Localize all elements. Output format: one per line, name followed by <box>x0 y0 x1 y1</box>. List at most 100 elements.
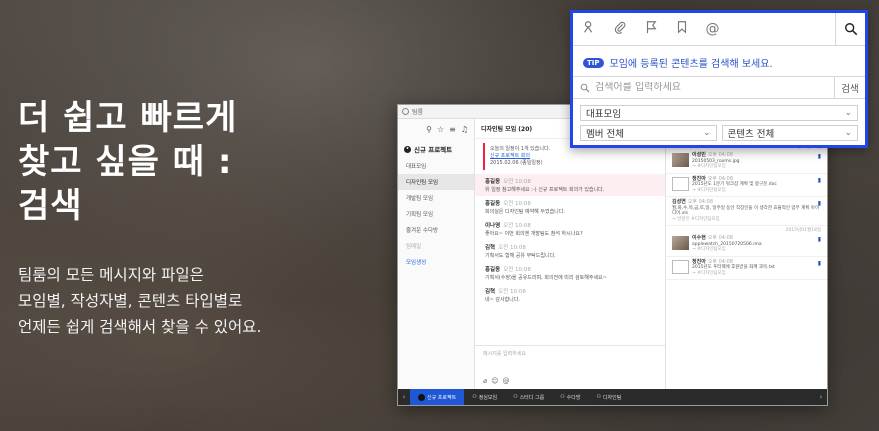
result-item[interactable]: 정진아 오후 04:08 2015년도 푸터팩에 후원받을 화께 과목.txt →… <box>666 257 827 280</box>
bottom-tab-chat[interactable]: ⚇ 수다방 <box>552 389 588 405</box>
message-text: 위 일정 참고해주세요 :-) 신규 프로젝트 회의가 있습니다. <box>485 187 605 193</box>
message-composer[interactable]: 메시지를 입력하세요 ⌀ ☺ @ <box>475 345 665 389</box>
chevron-down-icon: ⌄ <box>844 128 852 138</box>
bottom-tab-study[interactable]: ⚇ 스터디 그룹 <box>505 389 552 405</box>
result-time: 오후 04:08 <box>687 199 714 205</box>
sidebar-item-team-mail[interactable]: 팀메일 <box>398 238 474 254</box>
message-author: 홍길동 <box>485 179 501 185</box>
bookmark-icon[interactable]: ▮ <box>818 177 821 184</box>
bookmark-icon[interactable] <box>666 20 697 38</box>
chat-message: 김혁 오전 10:08 기획서도 함께 공유 부탁드립니다. <box>475 240 665 262</box>
result-author: 정진아 <box>692 258 706 265</box>
image-thumbnail <box>672 153 689 167</box>
message-author: 이나영 <box>485 223 501 229</box>
chevron-down-icon: ⌄ <box>844 108 852 118</box>
at-icon[interactable]: @ <box>503 377 510 385</box>
message-time: 오전 10:08 <box>503 267 531 273</box>
result-filename: 월,화,수,목,금,토,일, 일주일 동안 직장인들 이 생각한 효율적인 업무… <box>672 205 820 217</box>
chevron-left-icon[interactable]: ‹ <box>398 393 410 401</box>
content-type-select[interactable]: 콘텐츠 전체 ⌄ <box>721 125 858 141</box>
tip-text: 모임에 등록된 콘텐츠를 검색해 보세요. <box>609 59 773 70</box>
result-item[interactable]: 이성민 오후 04:08 20150503_rooms.jpg → #디자인팀모임… <box>666 150 827 174</box>
bottom-tab-label: 정심모임 <box>478 394 498 401</box>
search-tip: TIP 모임에 등록된 콘텐츠를 검색해 보세요. <box>573 46 865 76</box>
teamroom-app-window: 팀룸 ⚲ ☆ ≡ ♫ • 신규 프로젝트 대표모임 디자인팀 모임 개발팀 모임… <box>397 104 828 406</box>
search-scope-selects: 대표모임 ⌄ 멤버 전체 ⌄ 콘텐츠 전체 ⌄ <box>573 99 865 147</box>
result-filename: 2015년도 1분기 워크샵 계획 및 항구문.doc <box>692 182 777 187</box>
sidebar-item-create-group[interactable]: 모임생성 <box>398 254 474 270</box>
sidebar-item-main-group[interactable]: 대표모임 <box>398 158 474 174</box>
member-select[interactable]: 멤버 전체 ⌄ <box>580 125 717 141</box>
star-icon[interactable]: ☆ <box>437 125 444 134</box>
search-popup: @ TIP 모임에 등록된 콘텐츠를 검색해 보세요. 검색 대표모임 ⌄ 멤버… <box>570 10 868 148</box>
project-title-label: 신규 프로젝트 <box>414 146 453 154</box>
result-time: 오후 04:08 <box>707 175 734 182</box>
list-icon[interactable]: ≡ <box>449 125 456 134</box>
clip-icon[interactable] <box>604 20 635 38</box>
result-item[interactable]: 이수현 오후 04:08 applewatch_20150720506.ima →… <box>666 233 827 257</box>
content-select-value: 콘텐츠 전체 <box>727 129 775 140</box>
message-time: 오전 10:08 <box>498 245 526 251</box>
search-icon[interactable] <box>835 12 865 46</box>
bell-icon[interactable]: ♫ <box>461 125 468 134</box>
emoji-icon[interactable]: ☺ <box>491 377 498 385</box>
message-text: 회의실은 디자인팀 예약해 두었습니다. <box>485 209 565 215</box>
result-item[interactable]: 정진아 오후 04:08 2015년도 1분기 워크샵 계획 및 항구문.doc … <box>666 174 827 197</box>
notice-link[interactable]: 신규 프로젝트 회의 <box>490 153 652 160</box>
message-text: 기획서도 함께 공유 부탁드립니다. <box>485 253 556 259</box>
bottom-tab-label: 디자인팀 <box>602 394 622 401</box>
mention-author-icon[interactable] <box>573 20 604 38</box>
message-time: 오전 10:08 <box>498 289 526 295</box>
bottom-tab-regular[interactable]: ⚇ 정심모임 <box>464 389 505 405</box>
bottom-tab-design[interactable]: ⚇ 디자인팀 <box>588 389 629 405</box>
sidebar-project-title[interactable]: • 신규 프로젝트 <box>398 140 474 158</box>
hero-description: 팀룸의 모든 메시지와 파일은 모임별, 작성자별, 콘텐츠 타입별로 언제든 … <box>18 262 358 340</box>
result-author: 정진아 <box>692 175 706 182</box>
flag-icon[interactable] <box>635 20 666 38</box>
result-item[interactable]: 김성연 오후 04:08 월,화,수,목,금,토,일, 일주일 동안 직장인들 이… <box>666 197 827 226</box>
chat-message: 홍길동 오전 10:08 위 일정 참고해주세요 :-) 신규 프로젝트 회의가 … <box>475 174 665 196</box>
search-input-wrap <box>573 77 835 98</box>
group-select[interactable]: 대표모임 ⌄ <box>580 105 858 121</box>
result-time: 오후 04:08 <box>707 235 734 241</box>
chevron-down-icon: ⌄ <box>702 128 711 138</box>
bookmark-icon[interactable]: ▮ <box>818 200 821 207</box>
result-filename: 2015년도 푸터팩에 후원받을 화께 과목.txt <box>692 265 775 270</box>
bottom-tab-new-project[interactable]: 신규 프로젝트 <box>410 389 465 405</box>
search-filter-toolbar: @ <box>573 12 865 46</box>
bookmark-icon[interactable]: ▮ <box>818 260 821 267</box>
search-submit-button[interactable]: 검색 <box>835 77 865 98</box>
result-author: 이수현 <box>692 235 706 241</box>
chat-message: 홍길동 오전 10:08 회의실은 디자인팀 예약해 두었습니다. <box>475 196 665 218</box>
result-author: 김성연 <box>672 199 686 205</box>
image-thumbnail <box>672 236 689 250</box>
tip-badge: TIP <box>583 57 604 68</box>
group-select-value: 대표모임 <box>586 109 621 120</box>
sidebar-item-design-group[interactable]: 디자인팀 모임 <box>398 174 474 190</box>
sidebar-item-plan-group[interactable]: 기획팀 모임 <box>398 206 474 222</box>
bookmark-icon[interactable]: ▮ <box>818 236 821 243</box>
sidebar-item-chat-room[interactable]: 즐겨운 수다방 <box>398 222 474 238</box>
project-icon: • <box>404 145 411 153</box>
hero-title-line: 더 쉽고 빠르게 <box>18 98 238 138</box>
search-input[interactable] <box>595 82 795 93</box>
result-time: 오후 04:08 <box>707 258 734 265</box>
attach-icon[interactable]: ⌀ <box>483 377 487 385</box>
bottom-tab-label: 신규 프로젝트 <box>427 394 457 401</box>
hero-title-line: 찾고 싶을 때 : <box>18 142 233 182</box>
sidebar: ⚲ ☆ ≡ ♫ • 신규 프로젝트 대표모임 디자인팀 모임 개발팀 모임 기획… <box>398 119 475 389</box>
result-meta: → #디자인팀모임 <box>692 247 726 252</box>
sidebar-toolbar: ⚲ ☆ ≡ ♫ <box>398 119 474 140</box>
at-icon[interactable]: @ <box>697 21 728 37</box>
chat-panel: 디자인팀 모임 (20) 오늘의 일정이 1개 있습니다. 신규 프로젝트 회의… <box>475 119 666 389</box>
search-icon <box>580 83 590 92</box>
message-text: 기획서(수정)을 공유드리며, 회의전에 미리 검토해주세요~ <box>485 275 607 281</box>
bookmark-icon[interactable]: ▮ <box>818 153 821 160</box>
search-input-row: 검색 <box>573 76 865 99</box>
mention-icon[interactable]: ⚲ <box>426 125 432 134</box>
avatar <box>418 393 425 401</box>
group-icon: ⚇ <box>513 394 518 400</box>
sidebar-item-dev-group[interactable]: 개발팀 모임 <box>398 190 474 206</box>
result-time: 오후 04:08 <box>707 152 734 158</box>
chevron-right-icon[interactable]: › <box>815 393 827 401</box>
